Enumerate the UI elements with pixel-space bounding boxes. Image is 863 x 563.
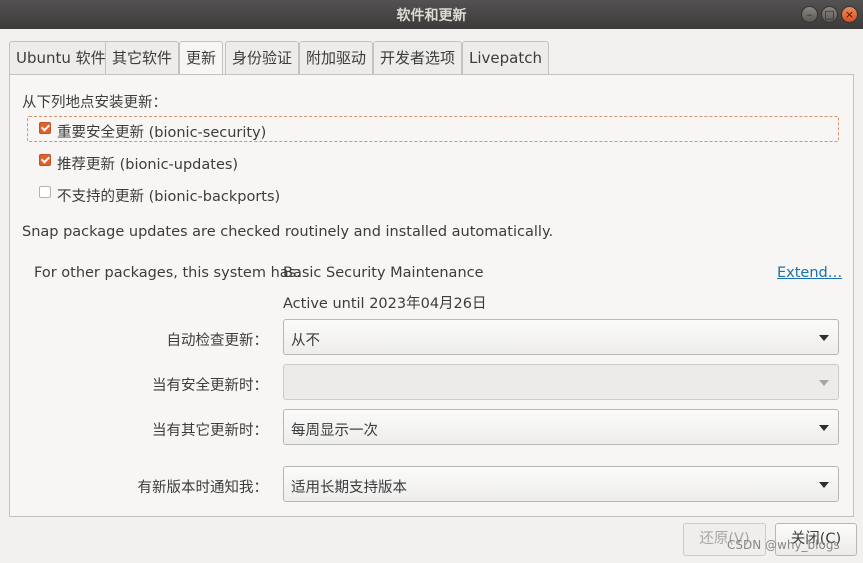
notify-version-value: 适用长期支持版本 (291, 480, 407, 496)
support-label: For other packages, this system has: (34, 265, 302, 281)
minimize-icon[interactable]: – (801, 6, 818, 23)
tab-livepatch[interactable]: Livepatch (462, 41, 549, 74)
other-updates-action-select[interactable]: 每周显示一次 (283, 409, 839, 445)
tab-additional-drivers[interactable]: 附加驱动 (299, 41, 374, 74)
tab-authentication[interactable]: 身份验证 (225, 41, 300, 74)
close-icon[interactable]: × (841, 6, 858, 23)
backports-updates-label[interactable]: 不支持的更新 (bionic-backports) (57, 185, 280, 206)
recommended-updates-checkbox[interactable] (39, 154, 51, 166)
security-updates-action-select (283, 364, 839, 400)
tab-other-software[interactable]: 其它软件 (105, 41, 180, 74)
snap-note: Snap package updates are checked routine… (22, 224, 554, 240)
other-updates-action-value: 每周显示一次 (291, 423, 378, 439)
tab-developer-options[interactable]: 开发者选项 (373, 41, 463, 74)
maximize-icon[interactable]: □ (821, 6, 838, 23)
auto-check-select[interactable]: 从不 (283, 319, 839, 355)
security-updates-action-label: 当有安全更新时： (152, 378, 268, 394)
extend-link[interactable]: Extend… (777, 265, 842, 281)
dropdown-arrow-icon (819, 425, 829, 431)
support-until: Active until 2023年04月26日 (283, 296, 487, 312)
tab-ubuntu-software[interactable]: Ubuntu 软件 (9, 41, 113, 74)
notify-version-select[interactable]: 适用长期支持版本 (283, 466, 839, 502)
notify-version-label: 有新版本时通知我： (137, 480, 269, 496)
install-updates-from-label: 从下列地点安装更新： (22, 95, 167, 111)
security-updates-label[interactable]: 重要安全更新 (bionic-security) (57, 121, 266, 142)
dropdown-arrow-icon (819, 335, 829, 341)
security-updates-checkbox[interactable] (39, 122, 51, 134)
dropdown-arrow-icon (819, 482, 829, 488)
watermark: CSDN @why_blogs (727, 538, 840, 552)
auto-check-value: 从不 (291, 333, 320, 349)
title-bar: 软件和更新 – □ × (0, 0, 863, 29)
other-updates-action-label: 当有其它更新时： (152, 423, 268, 439)
backports-updates-checkbox[interactable] (39, 186, 51, 198)
window-title: 软件和更新 (396, 8, 467, 24)
tab-updates[interactable]: 更新 (179, 41, 224, 75)
dropdown-arrow-icon (819, 380, 829, 386)
auto-check-label: 自动检查更新： (166, 333, 269, 349)
support-value: Basic Security Maintenance (283, 265, 484, 281)
recommended-updates-label[interactable]: 推荐更新 (bionic-updates) (57, 153, 238, 174)
